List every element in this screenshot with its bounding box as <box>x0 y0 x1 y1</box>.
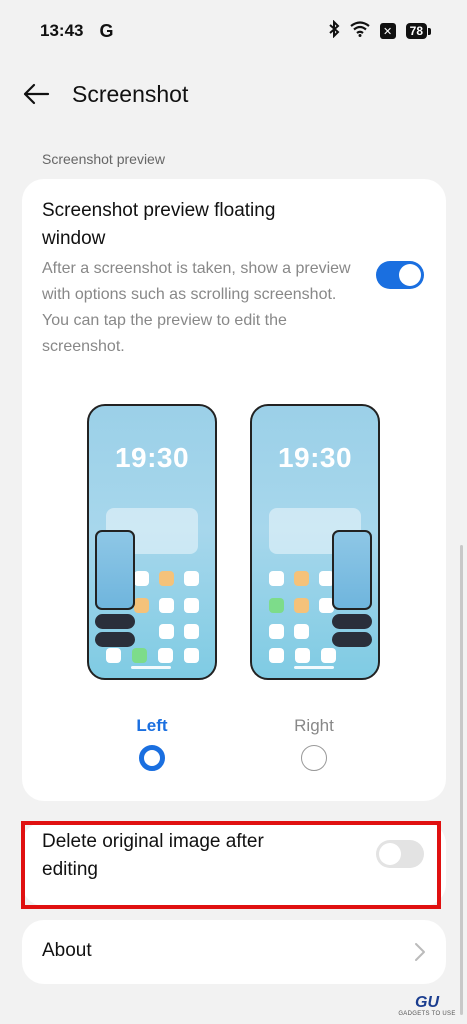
scrollbar[interactable] <box>460 545 463 1015</box>
radio-left[interactable] <box>139 745 165 771</box>
app-icon <box>295 648 310 663</box>
home-indicator <box>131 666 171 669</box>
wifi-icon <box>349 20 370 42</box>
watermark-text: GADGETS TO USE <box>398 1011 456 1017</box>
app-icon <box>294 624 309 639</box>
option-right-label[interactable]: Right <box>264 716 364 736</box>
app-icon <box>294 598 309 613</box>
preview-clock: 19:30 <box>277 442 353 473</box>
watermark-logo-text: GU <box>415 994 439 1011</box>
app-icon <box>159 571 174 586</box>
app-icon <box>158 648 173 663</box>
app-icon <box>269 598 284 613</box>
battery-icon: 78 <box>405 23 432 39</box>
section-label: Screenshot preview <box>42 151 165 167</box>
home-indicator <box>294 666 334 669</box>
x-badge-icon: ✕ <box>379 23 396 39</box>
back-button[interactable] <box>22 79 52 109</box>
bluetooth-icon <box>328 19 340 43</box>
app-icon <box>184 598 199 613</box>
app-icon <box>184 624 199 639</box>
floating-window-description: After a screenshot is taken, show a prev… <box>42 260 351 355</box>
app-header: Screenshot <box>0 62 467 126</box>
chevron-right-icon <box>415 943 425 961</box>
app-icon <box>134 598 149 613</box>
app-icon <box>184 648 199 663</box>
app-icon <box>269 571 284 586</box>
floating-window-card: Screenshot preview floating window After… <box>22 179 446 801</box>
radio-right[interactable] <box>301 745 327 771</box>
app-icon <box>134 571 149 586</box>
app-icon <box>321 648 336 663</box>
float-button-mock <box>95 614 135 629</box>
floating-window-toggle[interactable] <box>376 261 424 289</box>
about-card[interactable]: About <box>22 920 446 984</box>
delete-original-card: Delete original image after editing <box>22 822 446 906</box>
app-icon <box>269 624 284 639</box>
float-button-mock <box>95 632 135 647</box>
app-icon <box>184 571 199 586</box>
page-title: Screenshot <box>72 80 189 107</box>
left-position-preview[interactable]: 19:30 <box>87 404 217 680</box>
floating-window-title: Screenshot preview floating window <box>42 200 276 249</box>
arrow-left-icon <box>23 83 50 105</box>
watermark-logo: GU GADGETS TO USE <box>394 992 460 1020</box>
right-position-preview[interactable]: 19:30 <box>250 404 380 680</box>
delete-original-toggle[interactable] <box>376 840 424 868</box>
app-icon <box>269 648 284 663</box>
google-g-icon: G <box>99 20 114 41</box>
floating-window-mock <box>95 530 135 610</box>
app-icon <box>106 648 121 663</box>
app-icon <box>132 648 147 663</box>
app-icon <box>159 624 174 639</box>
option-left-label[interactable]: Left <box>102 716 202 736</box>
float-button-mock <box>332 632 372 647</box>
delete-original-title: Delete original image after editing <box>42 831 264 880</box>
about-title: About <box>42 940 92 961</box>
float-button-mock <box>332 614 372 629</box>
floating-window-mock <box>332 530 372 610</box>
app-icon <box>294 571 309 586</box>
status-time: 13:43 <box>40 21 84 40</box>
status-bar: 13:43 G ✕ 78 <box>0 0 467 62</box>
app-icon <box>159 598 174 613</box>
preview-clock: 19:30 <box>114 442 190 473</box>
